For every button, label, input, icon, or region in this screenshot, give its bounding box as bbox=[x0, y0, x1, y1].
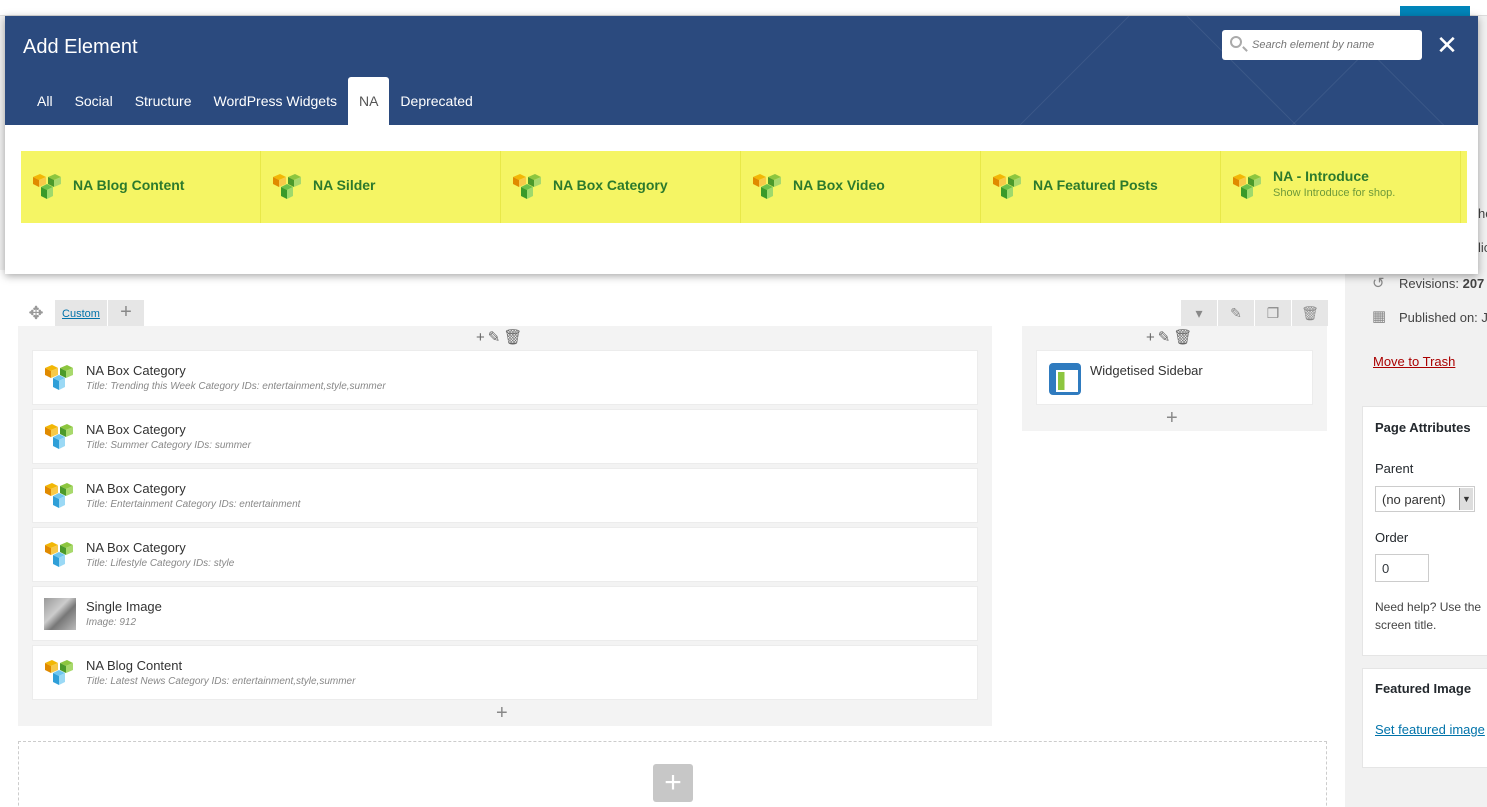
parent-select-value: (no parent) bbox=[1382, 492, 1446, 507]
column-tools[interactable]: +✎🗑 bbox=[476, 330, 525, 346]
edit-row-icon[interactable]: ✎ bbox=[1218, 300, 1254, 326]
element-item-title: NA Box Video bbox=[793, 177, 885, 193]
vc-logo-icon bbox=[1231, 171, 1263, 208]
category-tabs: All Social Structure WordPress Widgets N… bbox=[26, 77, 484, 125]
add-column-button[interactable]: + bbox=[108, 300, 144, 326]
element-item-title: NA Featured Posts bbox=[1033, 177, 1158, 193]
tab-all[interactable]: All bbox=[26, 77, 64, 125]
vc-logo-icon bbox=[751, 171, 783, 208]
chevron-down-icon[interactable]: ▼ bbox=[1459, 488, 1473, 510]
modal-header: Add Element ✕ All Social Structure WordP… bbox=[5, 16, 1478, 125]
element-item[interactable]: NA Silder bbox=[261, 151, 501, 223]
revisions-text: Revisions: 207 bbox=[1399, 276, 1485, 291]
column-left: +✎🗑 NA Box Category Title: Trending this … bbox=[18, 326, 992, 726]
order-label: Order bbox=[1375, 530, 1409, 545]
parent-label: Parent bbox=[1375, 461, 1414, 476]
clipped-text: lic bbox=[1478, 240, 1487, 255]
element-title: NA Blog Content bbox=[86, 658, 183, 673]
element-item-title: NA Blog Content bbox=[73, 177, 185, 193]
history-icon: ↺ bbox=[1372, 275, 1385, 292]
vc-logo-icon bbox=[271, 171, 303, 208]
element-params: Image: 912 bbox=[86, 617, 137, 628]
vc-logo-icon bbox=[43, 657, 75, 694]
order-input[interactable]: 0 bbox=[1375, 554, 1429, 582]
add-element-bottom-button[interactable]: + bbox=[496, 703, 508, 723]
move-to-trash-link[interactable]: Move to Trash bbox=[1373, 354, 1455, 369]
add-element-bottom-button[interactable]: + bbox=[1166, 408, 1178, 428]
element-card[interactable]: NA Box Category Title: Lifestyle Category… bbox=[32, 527, 978, 582]
delete-row-icon[interactable]: 🗑 bbox=[1292, 300, 1328, 326]
tab-social[interactable]: Social bbox=[64, 77, 124, 125]
column-right: +✎🗑 Widgetised Sidebar + bbox=[1022, 326, 1327, 431]
set-featured-image-link[interactable]: Set featured image bbox=[1375, 722, 1485, 737]
search-icon bbox=[1230, 36, 1242, 48]
element-card[interactable]: NA Box Category Title: Summer Category ID… bbox=[32, 409, 978, 464]
element-card[interactable]: Single Image Image: 912 bbox=[32, 586, 978, 641]
clone-row-icon[interactable]: ❐ bbox=[1255, 300, 1291, 326]
element-item-title: NA - Introduce bbox=[1273, 168, 1369, 184]
modal-title: Add Element bbox=[23, 36, 138, 58]
help-line: Need help? Use the bbox=[1375, 600, 1482, 614]
vc-logo-icon bbox=[43, 362, 75, 399]
tab-na[interactable]: NA bbox=[347, 77, 390, 125]
tab-deprecated[interactable]: Deprecated bbox=[389, 77, 483, 125]
widget-sidebar-icon bbox=[1049, 363, 1081, 395]
element-item[interactable]: NA - Introduce Show Introduce for shop. bbox=[1221, 151, 1461, 223]
vc-logo-icon bbox=[991, 171, 1023, 208]
calendar-icon: ▦ bbox=[1372, 308, 1387, 325]
tab-wordpress-widgets[interactable]: WordPress Widgets bbox=[203, 77, 348, 125]
element-item[interactable]: NA Box Video bbox=[741, 151, 981, 223]
element-title: NA Box Category bbox=[86, 540, 186, 555]
element-item-description: Show Introduce for shop. bbox=[1273, 187, 1396, 199]
vc-logo-icon bbox=[511, 171, 543, 208]
search-input[interactable] bbox=[1252, 37, 1412, 53]
element-params: Title: Trending this Week Category IDs: … bbox=[86, 381, 386, 392]
element-card[interactable]: NA Box Category Title: Trending this Week… bbox=[32, 350, 978, 405]
element-card[interactable]: NA Box Category Title: Entertainment Cate… bbox=[32, 468, 978, 523]
vc-logo-icon bbox=[43, 421, 75, 458]
element-item-title: NA Silder bbox=[313, 177, 376, 193]
element-item[interactable]: NA Box Category bbox=[501, 151, 741, 223]
clipped-text: he bbox=[1478, 206, 1487, 221]
vc-logo-icon bbox=[43, 480, 75, 517]
add-row-button[interactable]: + bbox=[653, 764, 693, 802]
element-title: NA Box Category bbox=[86, 422, 186, 437]
element-title: Widgetised Sidebar bbox=[1090, 363, 1203, 378]
image-thumb-icon bbox=[44, 598, 76, 630]
element-list: NA Blog Content NA Silder NA Box Category N… bbox=[21, 151, 1467, 223]
element-params: Title: Summer Category IDs: summer bbox=[86, 440, 251, 451]
parent-select[interactable]: (no parent) ▼ bbox=[1375, 486, 1475, 512]
help-line: screen title. bbox=[1375, 618, 1437, 632]
row-tab-custom[interactable]: Custom bbox=[55, 300, 107, 326]
row-controls: ✥ Custom + ▾ ✎ ❐ 🗑 bbox=[18, 300, 1328, 326]
element-card[interactable]: Widgetised Sidebar bbox=[1036, 350, 1313, 405]
element-params: Title: Latest News Category IDs: enterta… bbox=[86, 676, 356, 687]
element-card[interactable]: NA Blog Content Title: Latest News Catego… bbox=[32, 645, 978, 700]
builder-canvas: ✥ Custom + ▾ ✎ ❐ 🗑 +✎🗑 NA Box Category Ti… bbox=[0, 270, 1345, 807]
element-item[interactable]: NA Blog Content bbox=[21, 151, 261, 223]
row-actions: ▾ ✎ ❐ 🗑 bbox=[1180, 300, 1328, 326]
element-params: Title: Entertainment Category IDs: enter… bbox=[86, 499, 301, 510]
tab-structure[interactable]: Structure bbox=[124, 77, 203, 125]
empty-row: + bbox=[18, 741, 1327, 807]
element-item-title: NA Box Category bbox=[553, 177, 668, 193]
vc-logo-icon bbox=[31, 171, 63, 208]
help-text: Need help? Use the screen title. bbox=[1375, 598, 1481, 634]
element-item[interactable]: NA Featured Posts bbox=[981, 151, 1221, 223]
toggle-row-icon[interactable]: ▾ bbox=[1181, 300, 1217, 326]
admin-top-strip bbox=[0, 0, 1487, 20]
featured-image-title: Featured Image bbox=[1375, 681, 1472, 696]
column-tools[interactable]: +✎🗑 bbox=[1146, 330, 1195, 346]
move-row-icon[interactable]: ✥ bbox=[18, 300, 54, 326]
element-title: Single Image bbox=[86, 599, 162, 614]
search-box[interactable] bbox=[1222, 30, 1422, 60]
element-title: NA Box Category bbox=[86, 363, 186, 378]
published-text: Published on: J bbox=[1399, 310, 1487, 325]
add-element-modal: Add Element ✕ All Social Structure WordP… bbox=[5, 16, 1478, 274]
element-params: Title: Lifestyle Category IDs: style bbox=[86, 558, 235, 569]
element-title: NA Box Category bbox=[86, 481, 186, 496]
page-attributes-title: Page Attributes bbox=[1375, 420, 1471, 435]
close-icon[interactable]: ✕ bbox=[1436, 32, 1458, 58]
vc-logo-icon bbox=[43, 539, 75, 576]
